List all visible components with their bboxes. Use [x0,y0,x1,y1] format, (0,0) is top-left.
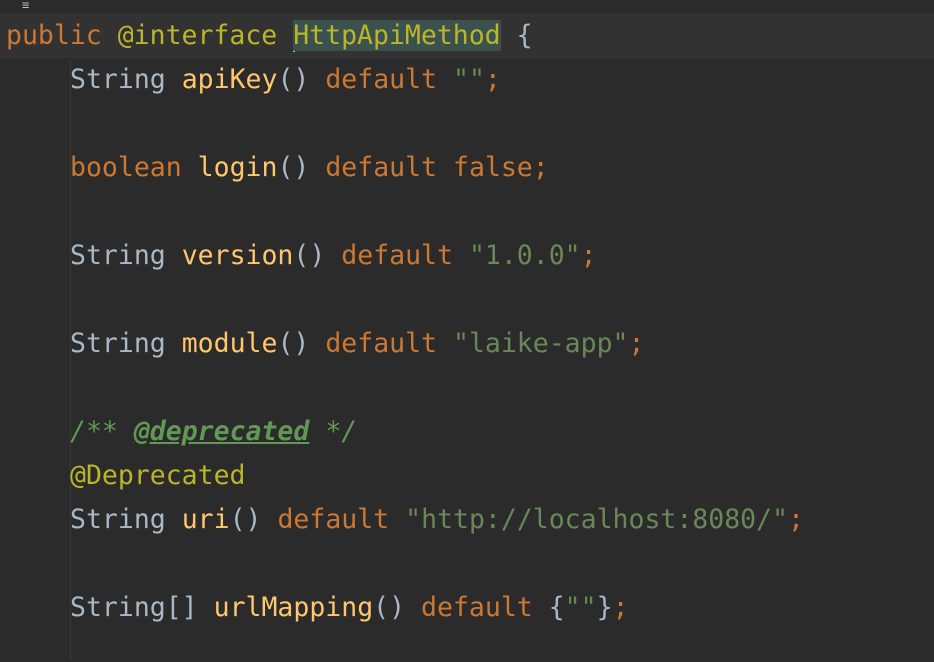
return-type: boolean [70,152,182,183]
deprecated-annotation: @Deprecated [70,460,246,491]
default-value: "1.0.0" [468,240,581,271]
array-open-brace: { [548,592,565,623]
open-brace: { [516,20,533,51]
return-type: String [70,240,166,271]
semicolon: ; [484,64,501,95]
semicolon: ; [628,328,645,359]
default-value: "" [452,64,485,95]
interface-name: HttpApiMethod [293,20,501,51]
code-line-3[interactable]: boolean login() default false; [0,146,934,190]
method-parens: () [277,328,310,359]
return-type: String [70,328,166,359]
default-value: false [452,152,533,183]
method-parens: () [277,64,310,95]
default-keyword: default [421,592,533,623]
default-value: "laike-app" [452,328,629,359]
javadoc-close: */ [325,416,358,447]
default-keyword: default [277,504,390,535]
default-keyword: default [341,240,453,271]
default-value: "" [564,592,597,623]
default-keyword: default [325,328,438,359]
code-line-7[interactable]: @Deprecated [0,454,934,498]
return-type: String [70,64,166,95]
javadoc-open: /** [70,416,118,447]
method-name: apiKey [181,64,278,95]
method-name: uri [181,504,230,535]
return-type: String [70,504,166,535]
default-keyword: default [325,152,438,183]
gutter-marker-icon: ≡ [22,0,30,12]
method-parens: () [277,152,310,183]
method-name: module [181,328,278,359]
code-line-5[interactable]: String module() default "laike-app"; [0,322,934,366]
javadoc-deprecated-tag: @deprecated [133,416,310,447]
code-line-6[interactable]: /** @deprecated */ [0,410,934,454]
code-line-8[interactable]: String uri() default "http://localhost:8… [0,498,934,542]
return-type: String[] [70,592,198,623]
method-name: urlMapping [213,592,374,623]
semicolon: ; [612,592,629,623]
previous-line-fragment: ≡ [0,0,934,12]
method-parens: () [293,240,326,271]
keyword-public: public [6,20,102,51]
annotation-interface-keyword: @interface [117,20,278,51]
code-line-2[interactable]: String apiKey() default ""; [0,58,934,102]
method-name: version [181,240,294,271]
default-value: "http://localhost:8080/" [405,504,789,535]
array-close-brace: } [596,592,613,623]
method-parens: () [229,504,262,535]
semicolon: ; [532,152,549,183]
code-line-9[interactable]: String[] urlMapping() default {""}; [0,586,934,630]
method-parens: () [373,592,406,623]
semicolon: ; [788,504,804,535]
code-line-1[interactable]: public @interface HttpApiMethod { [0,14,934,58]
semicolon: ; [580,240,597,271]
default-keyword: default [325,64,438,95]
code-line-4[interactable]: String version() default "1.0.0"; [0,234,934,278]
code-editor[interactable]: ≡ public @interface HttpApiMethod { Stri… [0,0,934,662]
method-name: login [197,152,278,183]
